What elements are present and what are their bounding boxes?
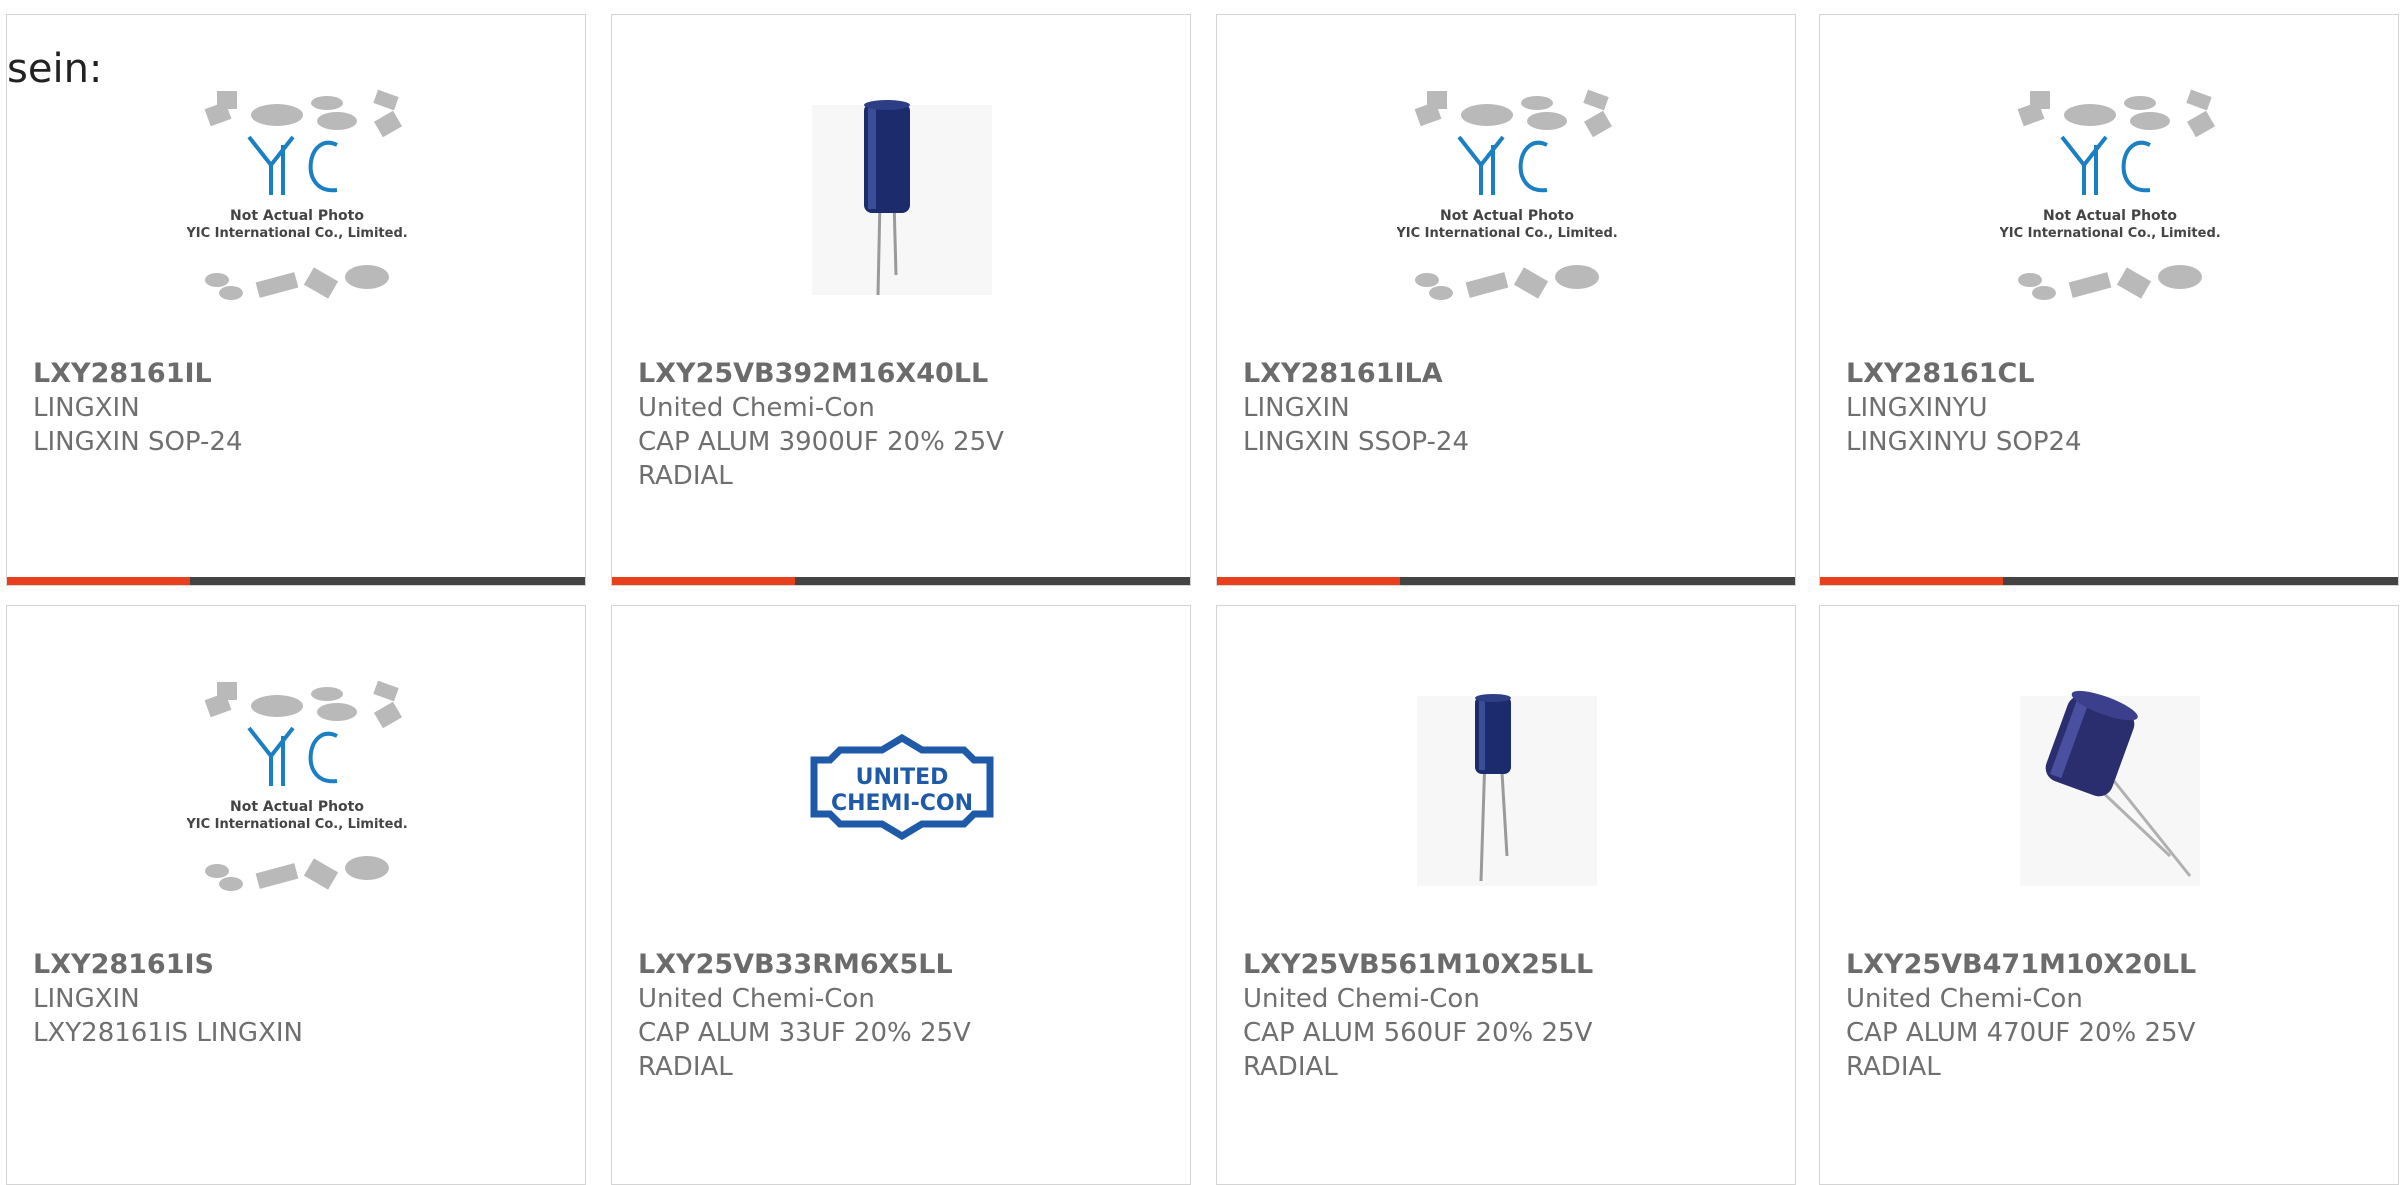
description: CAP ALUM 470UF 20% 25V	[1846, 1018, 2196, 1048]
product-info: LXY28161CL LINGXINYU LINGXINYU SOP24	[1846, 357, 2386, 459]
company-name: YIC International Co., Limited.	[187, 226, 407, 241]
card-bar-accent	[612, 577, 795, 585]
placeholder-image[interactable]: Not Actual Photo YIC International Co., …	[187, 85, 407, 305]
product-card[interactable]: LXY25VB471M10X20LL United Chemi-Con CAP …	[1819, 605, 2399, 1185]
card-bar	[612, 577, 1190, 585]
product-info: LXY28161ILA LINGXIN LINGXIN SSOP-24	[1243, 357, 1783, 459]
photo-note: Not Actual Photo	[2043, 208, 2177, 224]
placeholder-image[interactable]: Not Actual Photo YIC International Co., …	[1397, 85, 1617, 305]
photo-note: Not Actual Photo	[230, 208, 364, 224]
photo-note: Not Actual Photo	[230, 799, 364, 815]
description: LXY28161IS LINGXIN	[33, 1018, 304, 1048]
description: CAP ALUM 3900UF 20% 25V	[638, 427, 1004, 457]
product-info: LXY25VB471M10X20LL United Chemi-Con CAP …	[1846, 948, 2386, 1084]
lead-text: sein:	[7, 46, 103, 92]
description-line2: RADIAL	[1243, 1052, 1338, 1082]
tilted-capacitor-icon[interactable]	[2000, 676, 2220, 896]
product-grid: Not Actual Photo YIC International Co., …	[0, 0, 2400, 1185]
product-info: LXY25VB392M16X40LL United Chemi-Con CAP …	[638, 357, 1178, 493]
description: LINGXINYU SOP24	[1846, 427, 2082, 457]
tall-capacitor-icon[interactable]	[792, 85, 1012, 305]
part-number[interactable]: LXY28161IL	[33, 357, 573, 391]
product-card[interactable]: Not Actual Photo YIC International Co., …	[6, 14, 586, 586]
description-line2: RADIAL	[1846, 1052, 1941, 1082]
manufacturer: United Chemi-Con	[1846, 984, 2083, 1014]
part-number[interactable]: LXY25VB392M16X40LL	[638, 357, 1178, 391]
part-number[interactable]: LXY28161IS	[33, 948, 573, 982]
manufacturer: United Chemi-Con	[638, 984, 875, 1014]
manufacturer: LINGXINYU	[1846, 393, 1988, 423]
part-number[interactable]: LXY28161ILA	[1243, 357, 1783, 391]
company-name: YIC International Co., Limited.	[187, 817, 407, 832]
description-line2: RADIAL	[638, 461, 733, 491]
brand-logo[interactable]: UNITED CHEMI-CON	[792, 676, 1012, 896]
manufacturer: LINGXIN	[33, 393, 140, 423]
manufacturer: United Chemi-Con	[1243, 984, 1480, 1014]
part-number[interactable]: LXY28161CL	[1846, 357, 2386, 391]
product-info: LXY25VB561M10X25LL United Chemi-Con CAP …	[1243, 948, 1783, 1084]
card-bar-accent	[1217, 577, 1400, 585]
manufacturer: United Chemi-Con	[638, 393, 875, 423]
manufacturer: LINGXIN	[1243, 393, 1350, 423]
product-card[interactable]: UNITED CHEMI-CON LXY25VB33RM6X5LL United…	[611, 605, 1191, 1185]
placeholder-image[interactable]: Not Actual Photo YIC International Co., …	[2000, 85, 2220, 305]
card-bar-accent	[7, 577, 190, 585]
product-card[interactable]: LXY25VB392M16X40LL United Chemi-Con CAP …	[611, 14, 1191, 586]
card-bar	[1820, 577, 2398, 585]
product-card[interactable]: LXY25VB561M10X25LL United Chemi-Con CAP …	[1216, 605, 1796, 1185]
product-info: LXY25VB33RM6X5LL United Chemi-Con CAP AL…	[638, 948, 1178, 1084]
photo-note: Not Actual Photo	[1440, 208, 1574, 224]
product-info: LXY28161IL LINGXIN LINGXIN SOP-24	[33, 357, 573, 459]
logo-line1: UNITED	[856, 765, 949, 790]
description-line2: RADIAL	[638, 1052, 733, 1082]
card-bar-accent	[1820, 577, 2003, 585]
description: LINGXIN SSOP-24	[1243, 427, 1469, 457]
part-number[interactable]: LXY25VB471M10X20LL	[1846, 948, 2386, 982]
company-name: YIC International Co., Limited.	[1397, 226, 1617, 241]
card-bar	[7, 577, 585, 585]
product-card[interactable]: Not Actual Photo YIC International Co., …	[1819, 14, 2399, 586]
company-name: YIC International Co., Limited.	[2000, 226, 2220, 241]
part-number[interactable]: LXY25VB561M10X25LL	[1243, 948, 1783, 982]
product-card[interactable]: Not Actual Photo YIC International Co., …	[1216, 14, 1796, 586]
product-info: LXY28161IS LINGXIN LXY28161IS LINGXIN	[33, 948, 573, 1050]
card-bar	[1217, 577, 1795, 585]
description: LINGXIN SOP-24	[33, 427, 243, 457]
product-card[interactable]: Not Actual Photo YIC International Co., …	[6, 605, 586, 1185]
small-capacitor-icon[interactable]	[1397, 676, 1617, 896]
description: CAP ALUM 560UF 20% 25V	[1243, 1018, 1593, 1048]
manufacturer: LINGXIN	[33, 984, 140, 1014]
placeholder-image[interactable]: Not Actual Photo YIC International Co., …	[187, 676, 407, 896]
logo-line2: CHEMI-CON	[831, 791, 973, 816]
part-number[interactable]: LXY25VB33RM6X5LL	[638, 948, 1178, 982]
description: CAP ALUM 33UF 20% 25V	[638, 1018, 971, 1048]
